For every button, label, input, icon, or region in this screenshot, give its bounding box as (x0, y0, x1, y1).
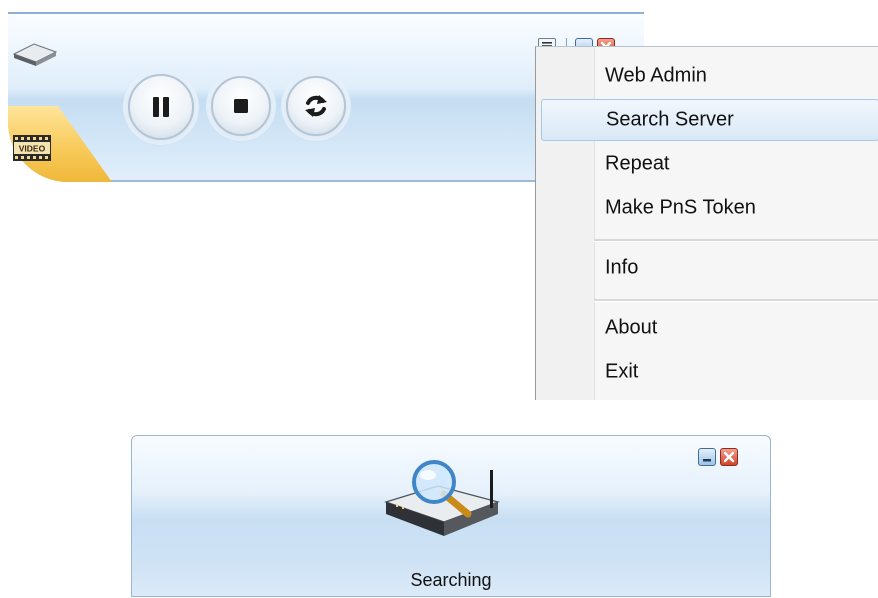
player-top-border (8, 12, 644, 14)
menu-item-label: About (605, 316, 658, 339)
menu-item-label: Repeat (605, 152, 670, 175)
repeat-button[interactable] (286, 76, 346, 136)
menu-separator (594, 239, 878, 242)
menu-item-label: Make PnS Token (605, 196, 756, 219)
device-icon[interactable] (12, 38, 58, 68)
video-film-icon[interactable]: VIDEO (12, 131, 52, 165)
menu-item-exit[interactable]: Exit (541, 351, 878, 393)
menu-item-label: Search Server (606, 108, 734, 131)
menu-item-make-pns-token[interactable]: Make PnS Token (541, 187, 878, 229)
close-icon (723, 451, 735, 463)
menu-item-search-server[interactable]: Search Server (541, 99, 878, 141)
context-menu: Web Admin Search Server Repeat Make PnS … (535, 46, 878, 400)
search-status-text: Searching (410, 570, 492, 590)
pause-button[interactable] (128, 74, 194, 140)
search-window: Searching (131, 435, 771, 597)
repeat-icon (305, 95, 327, 117)
menu-separator (594, 299, 878, 302)
menu-item-web-admin[interactable]: Web Admin (541, 55, 878, 97)
search-close-button[interactable] (720, 448, 738, 466)
search-minimize-button[interactable] (698, 448, 716, 466)
menu-item-label: Info (605, 256, 639, 279)
stop-icon (234, 99, 248, 113)
menu-item-label: Exit (605, 360, 639, 383)
stop-button[interactable] (211, 76, 271, 136)
minimize-icon (703, 459, 711, 462)
video-badge-label: VIDEO (19, 144, 46, 154)
menu-item-label: Web Admin (605, 64, 707, 87)
pause-icon (153, 97, 169, 117)
router-search-icon (384, 460, 500, 536)
menu-item-repeat[interactable]: Repeat (541, 143, 878, 185)
menu-item-about[interactable]: About (541, 307, 878, 349)
menu-item-info[interactable]: Info (541, 247, 878, 289)
